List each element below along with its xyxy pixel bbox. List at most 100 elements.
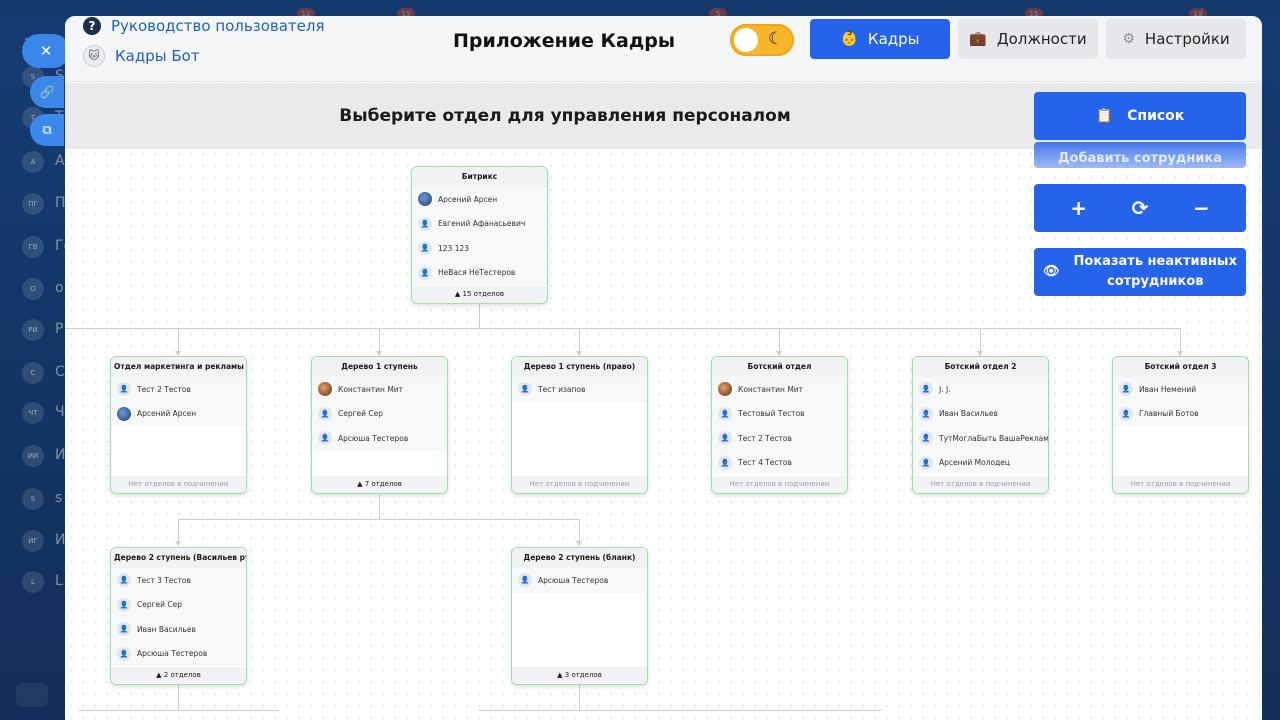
employee-row[interactable]: 👤 Иван Васильев [111, 617, 246, 642]
employee-name: Арсений Арсен [438, 194, 498, 204]
employee-row[interactable]: 👤 Тест 3 Тестов [111, 568, 246, 593]
expand-subdepartments-toggle[interactable]: ▲ 15 отделов [412, 286, 547, 303]
employee-row[interactable]: Константин Мит [712, 377, 847, 402]
employee-row[interactable]: 👤 Тест 2 Тестов [111, 377, 246, 402]
user-icon: 👤 [718, 431, 732, 446]
employee-row[interactable]: 👤 Тест изапов [512, 377, 647, 402]
employee-row[interactable]: 👤 Иван Немений [1113, 377, 1248, 402]
list-view-label: Список [1127, 108, 1185, 124]
reset-zoom-button[interactable]: ⟳ [1132, 196, 1149, 220]
baby-icon: 👶 [840, 31, 858, 47]
department-title: Ботский отдел 2 [913, 357, 1048, 377]
user-icon: 👤 [518, 573, 532, 588]
tree-connector [178, 685, 179, 710]
employee-row[interactable]: 👤 Иван Васильев [913, 401, 1048, 426]
department-card[interactable]: Дерево 1 ступень Константин Мит 👤 Сергей Се… [311, 356, 448, 494]
background-sidebar-avatar: ПГ [22, 193, 44, 215]
employee-row[interactable]: 👤 Арсений Молодец [913, 450, 1048, 475]
department-title: Дерево 2 ступень (бланк) [512, 548, 647, 568]
user-icon: 👤 [919, 431, 933, 446]
tab-positions-label: Должности [996, 30, 1087, 48]
department-card[interactable]: Ботский отдел Константин Мит 👤 Тестовый Тес… [711, 356, 848, 494]
employee-name: Тест 2 Тестов [738, 433, 792, 443]
user-guide-label: Руководство пользователя [111, 17, 325, 35]
employee-row[interactable]: 👤 НеВася НеТестеров [412, 260, 547, 285]
close-slider-button[interactable]: ✕ [22, 34, 70, 68]
tree-connector [579, 685, 580, 710]
list-view-button[interactable]: 📋 Список [1034, 92, 1246, 140]
employee-name: 123 123 [438, 243, 470, 253]
employee-name: Сергей Сер [338, 409, 384, 419]
employee-row[interactable]: 👤 Арсюша Тестеров [512, 568, 647, 593]
employee-row[interactable]: 👤 Сергей Сер [111, 592, 246, 617]
employee-row[interactable]: 👤 Тест 4 Тестов [712, 450, 847, 475]
employee-row[interactable]: 👤 ТутМоглаБыть ВашаРеклама [913, 426, 1048, 451]
employee-row[interactable]: 👤 Сергей Сер [312, 401, 447, 426]
department-card[interactable]: Дерево 2 ступень (бланк) 👤 Арсюша Тестеров… [511, 547, 648, 685]
user-guide-link[interactable]: ? Руководство пользователя [83, 16, 325, 36]
copy-link-button[interactable]: 🔗 [30, 76, 64, 108]
employee-row[interactable]: Константин Мит [312, 377, 447, 402]
zoom-in-button[interactable]: + [1070, 196, 1087, 220]
department-card[interactable]: Ботский отдел 2 👤 J. J. 👤 Иван Васильев 👤 ТутМ… [912, 356, 1049, 494]
employee-row[interactable]: 👤 Евгений Афанасьевич [412, 211, 547, 236]
background-sidebar-label: П [55, 195, 66, 211]
expand-subdepartments-toggle[interactable]: ▲ 2 отделов [111, 667, 246, 684]
department-card[interactable]: Отдел маркетинга и рекламы 👤 Тест 2 Тестов… [110, 356, 247, 494]
show-inactive-button[interactable]: 👁 Показать неактивных сотрудников [1034, 248, 1246, 296]
user-icon: 👤 [418, 216, 432, 231]
employee-row[interactable]: 👤 Арсюша Тестеров [312, 426, 447, 451]
add-employee-button[interactable]: Добавить сотрудника [1034, 142, 1246, 168]
department-card[interactable]: Битрикс Арсений Арсен 👤 Евгений Афанасьевич… [411, 166, 548, 304]
tree-arrow [175, 541, 181, 546]
background-sidebar-label: s [55, 490, 63, 506]
employee-name: Иван Васильев [939, 409, 998, 419]
hr-app-panel: ? Руководство пользователя 🐱 Кадры Бот П… [65, 16, 1262, 720]
tree-horizontal-connector [479, 710, 881, 711]
employee-row[interactable]: 👤 Арсюша Тестеров [111, 641, 246, 666]
department-card[interactable]: Дерево 2 ступень (Васильев рук) 👤 Тест 3 Т… [110, 547, 247, 685]
employee-name: ТутМоглаБыть ВашаРеклама [939, 433, 1048, 443]
employee-row[interactable]: Арсений Арсен [111, 401, 246, 426]
tab-settings-button[interactable]: ⚙ Настройки [1106, 19, 1246, 59]
tree-connector [178, 519, 179, 542]
hr-bot-link[interactable]: 🐱 Кадры Бот [83, 44, 200, 68]
background-sidebar-avatar: ГВ [22, 236, 44, 258]
user-icon: 👤 [919, 455, 933, 470]
tab-positions-button[interactable]: 💼 Должности [958, 19, 1098, 59]
background-sidebar-avatar: ИИ [22, 445, 44, 467]
background-sidebar-avatar: А [22, 151, 44, 173]
link-icon: 🔗 [39, 85, 55, 99]
tree-connector [379, 329, 380, 352]
background-sidebar-label: И [55, 532, 66, 548]
user-icon: 👤 [718, 406, 732, 421]
background-sidebar-label: Р [55, 321, 64, 337]
tree-connector [379, 494, 380, 519]
employee-row[interactable]: 👤 Тест 2 Тестов [712, 426, 847, 451]
bot-icon: 🐱 [83, 45, 105, 67]
employee-row[interactable]: 👤 123 123 [412, 236, 547, 261]
clipboard-icon: 📋 [1095, 108, 1114, 124]
show-inactive-line1: Показать неактивных [1073, 254, 1237, 269]
employee-name: НеВася НеТестеров [438, 268, 516, 278]
department-card[interactable]: Ботский отдел 3 👤 Иван Немений 👤 Главный Бот… [1112, 356, 1249, 494]
tab-staff-button[interactable]: 👶 Кадры [810, 19, 950, 59]
employee-name: Евгений Афанасьевич [438, 219, 526, 229]
employee-name: Арсений Молодец [939, 458, 1011, 468]
employee-row[interactable]: 👤 J. J. [913, 377, 1048, 402]
employee-row[interactable]: 👤 Тестовый Тестов [712, 401, 847, 426]
employee-row[interactable]: 👤 Главный Ботов [1113, 401, 1248, 426]
employee-row[interactable]: Арсений Арсен [412, 187, 547, 212]
avatar [318, 382, 332, 397]
zoom-out-button[interactable]: − [1193, 196, 1210, 220]
department-card[interactable]: Дерево 1 ступень (право) 👤 Тест изапов Нет … [511, 356, 648, 494]
theme-toggle[interactable]: ☾ [730, 24, 794, 56]
user-icon: 👤 [117, 622, 131, 637]
department-title: Дерево 1 ступень (право) [512, 357, 647, 377]
expand-subdepartments-toggle[interactable]: ▲ 3 отделов [512, 667, 647, 684]
employee-list: Константин Мит 👤 Сергей Сер 👤 Арсюша Тестеро… [312, 377, 447, 451]
open-new-window-button[interactable]: ⧉ [30, 114, 64, 146]
expand-subdepartments-toggle[interactable]: ▲ 7 отделов [312, 476, 447, 493]
no-subdepartments-label: Нет отделов в подчинении [111, 476, 246, 493]
tree-connector [579, 329, 580, 352]
